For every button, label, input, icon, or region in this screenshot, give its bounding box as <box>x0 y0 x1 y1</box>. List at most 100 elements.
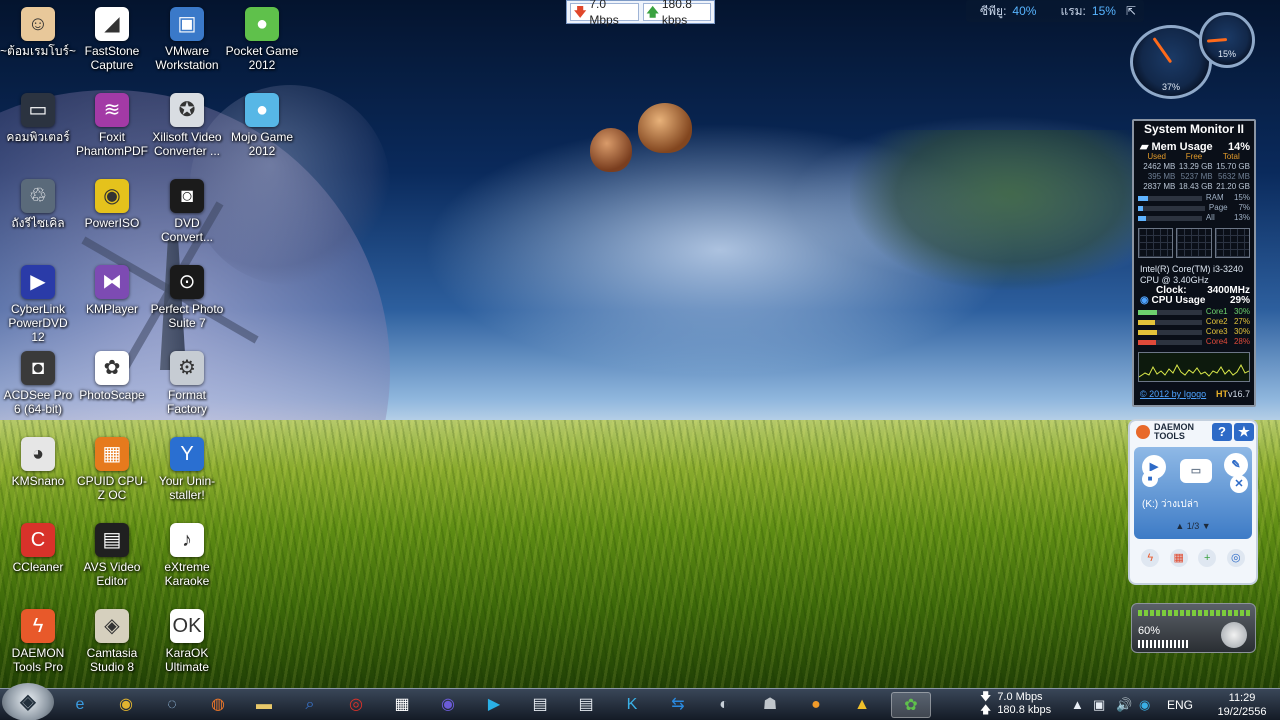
volume-level-bars[interactable] <box>1138 640 1190 648</box>
mem-bar: Page 7% <box>1138 203 1250 213</box>
desktop-icon[interactable]: ⊙ Perfect Photo Suite 7 <box>149 261 225 330</box>
lightning-icon[interactable]: ϟ <box>1141 549 1160 567</box>
help-button[interactable]: ? <box>1212 423 1232 441</box>
disk-tool-icon[interactable]: ◐ <box>707 692 741 718</box>
burn-icon[interactable]: ◎ <box>339 692 373 718</box>
desktop-icon[interactable]: ≋ Foxit PhantomPDF <box>74 89 150 158</box>
tray-network-speed[interactable]: 🡇 7.0 Mbps 🡅 180.8 kbps <box>980 691 1070 717</box>
internet-explorer-icon[interactable]: e <box>63 692 97 718</box>
volume-gadget[interactable]: 60% <box>1131 603 1256 653</box>
cpu-ram-strip[interactable]: ซีพียู: 40% แรม: 15% ⇱ <box>966 0 1144 22</box>
network-globe-icon[interactable]: ◌ <box>155 692 189 718</box>
desktop-icon-label: Mojo Game 2012 <box>230 130 294 158</box>
cpu-label: ซีพียู: <box>980 4 1007 18</box>
author-link[interactable]: © 2012 by Igogo <box>1140 389 1206 399</box>
chrome-icon[interactable]: ◉ <box>109 692 143 718</box>
cpuz-icon: ▦ <box>95 437 129 471</box>
clapper-icon[interactable]: ▤ <box>523 692 557 718</box>
drive-pager[interactable]: ▲ 1/3 ▼ <box>1134 521 1252 531</box>
eject-button[interactable]: ✕ <box>1230 475 1248 493</box>
folder-icon[interactable]: ▬ <box>247 692 281 718</box>
mem-bar-label: All <box>1205 213 1215 222</box>
chevron-down-icon[interactable]: ▼ <box>1202 521 1211 531</box>
orange-app-icon[interactable]: ● <box>799 692 833 718</box>
search-tool-icon[interactable]: ⌕ <box>293 692 327 718</box>
warning-app-icon[interactable]: ▲ <box>845 692 879 718</box>
tray-app-icon[interactable]: ◉ <box>1139 697 1150 713</box>
chevron-up-icon[interactable]: ▲ <box>1175 521 1186 531</box>
ram-label: แรม: <box>1060 4 1086 18</box>
volume-knob[interactable] <box>1221 622 1247 648</box>
tray-download-value: 7.0 Mbps <box>997 691 1043 703</box>
desktop-icon[interactable]: C CCleaner <box>0 519 76 574</box>
calendar-icon[interactable]: ▦ <box>385 692 419 718</box>
daemon-tools-gadget[interactable]: DAEMON TOOLS ? ★ ▶ ■ ▭ ✎ ✕ (K:) ว่างเปล่า… <box>1128 419 1258 585</box>
kmplayer-icon: ⧓ <box>95 265 129 299</box>
images-icon[interactable]: ▦ <box>1169 549 1188 567</box>
mem-bar-track <box>1138 195 1202 201</box>
desktop-icon[interactable]: ▦ CPUID CPU-Z OC <box>74 433 150 502</box>
recycle-bin-icon: ♲ <box>21 179 55 213</box>
desktop-icon[interactable]: ♲ ถังรีไซเคิล <box>0 175 76 230</box>
network-icon[interactable]: ▣ <box>1093 697 1105 713</box>
input-language[interactable]: ENG <box>1167 698 1193 712</box>
desktop-icon[interactable]: ◙ DVD Convert... <box>149 175 225 244</box>
mem-col-used: Used <box>1147 152 1166 161</box>
karaoke-icon: ♪ <box>170 523 204 557</box>
show-hidden-icons-icon[interactable]: ▲ <box>1071 697 1084 712</box>
clapper-2-icon[interactable]: ▤ <box>569 692 603 718</box>
mem-col-total: Total <box>1222 152 1240 161</box>
start-button[interactable]: ◈ <box>2 683 54 720</box>
desktop-icon[interactable]: OK KaraOK Ultimate <box>149 605 225 674</box>
desktop-icon[interactable]: ◉ PowerISO <box>74 175 150 230</box>
tray-clock[interactable]: 11:29 19/2/2556 <box>1212 691 1272 719</box>
ram-gauge[interactable]: 15% <box>1199 12 1255 68</box>
k-app-icon[interactable]: K <box>615 692 649 718</box>
mem-cell: 2837 MB <box>1143 182 1176 191</box>
star-button[interactable]: ★ <box>1234 423 1254 441</box>
desktop-icon[interactable]: ϟ DAEMON Tools Pro <box>0 605 76 674</box>
desktop-icon[interactable]: ☺ ~ต้อมเรมโบร์~ <box>0 3 76 58</box>
desktop-icon[interactable]: ● Pocket Game 2012 <box>224 3 300 72</box>
desktop-icon[interactable]: ▤ AVS Video Editor <box>74 519 150 588</box>
foxit-pdf-icon: ≋ <box>95 93 129 127</box>
desktop-icon-label: Camtasia Studio 8 <box>86 646 138 674</box>
speaker-icon[interactable]: 🔊 <box>1116 697 1132 713</box>
desktop-icon[interactable]: ▣ VMware Workstation <box>149 3 225 72</box>
wrench-icon: ✎ <box>1231 459 1241 471</box>
settings-button[interactable]: ✎ <box>1224 453 1248 477</box>
mem-usage-bars: RAM 15% Page 7% All 13% <box>1134 192 1254 224</box>
cpu-core-bars: Core1 30% Core2 27% Core3 30% Core4 28% <box>1134 306 1254 348</box>
tray-date: 19/2/2556 <box>1217 706 1267 718</box>
virus-scan-icon[interactable]: ☗ <box>753 692 787 718</box>
powerdvd-taskbar-icon[interactable]: ◉ <box>431 692 465 718</box>
firefox-icon[interactable]: ◍ <box>201 692 235 718</box>
desktop-icon[interactable]: ▶ CyberLink PowerDVD 12 <box>0 261 76 344</box>
core-bar-fill <box>1138 319 1156 325</box>
desktop-icon[interactable]: ✿ PhotoScape <box>74 347 150 402</box>
desktop-icon[interactable]: ◘ ACDSee Pro 6 (64-bit) <box>0 347 76 416</box>
desktop-icon[interactable]: ◈ Camtasia Studio 8 <box>74 605 150 674</box>
mem-bar-track <box>1138 215 1202 221</box>
media-player-icon[interactable]: ▶ <box>477 692 511 718</box>
desktop-icon[interactable]: ✪ Xilisoft Video Converter ... <box>149 89 225 158</box>
desktop-icon[interactable]: ● Mojo Game 2012 <box>224 89 300 158</box>
tray-upload-icon: 🡅 <box>980 704 992 716</box>
network-meter[interactable]: 🡇 7.0 Mbps 🡅 180.8 kbps <box>566 0 715 27</box>
expand-icon[interactable]: ⇱ <box>1126 0 1136 22</box>
desktop-icon[interactable]: ◢ FastStone Capture <box>74 3 150 72</box>
stop-button[interactable]: ■ <box>1142 471 1158 487</box>
system-monitor-gadget[interactable]: System Monitor II ▰ Mem Usage 14% Used F… <box>1132 119 1256 407</box>
drive-settings-icon[interactable]: ◎ <box>1226 549 1245 567</box>
desktop-icon[interactable]: ▭ คอมพิวเตอร์ <box>0 89 76 144</box>
desktop-icon[interactable]: ◕ KMSnano <box>0 433 76 488</box>
desktop-icon[interactable]: Y Your Unin-staller! <box>149 433 225 502</box>
desktop-icon[interactable]: ⧓ KMPlayer <box>74 261 150 316</box>
desktop-icon[interactable]: ♪ eXtreme Karaoke <box>149 519 225 588</box>
drive-image[interactable]: ▭ <box>1180 459 1212 483</box>
gadget-icon[interactable]: ✿ <box>891 692 931 718</box>
add-icon[interactable]: + <box>1198 549 1217 567</box>
teamviewer-icon[interactable]: ⇆ <box>661 692 695 718</box>
desktop-icon[interactable]: ⚙ Format Factory <box>149 347 225 416</box>
cpu-name: Intel(R) Core(TM) i3-3240 <box>1140 264 1244 274</box>
